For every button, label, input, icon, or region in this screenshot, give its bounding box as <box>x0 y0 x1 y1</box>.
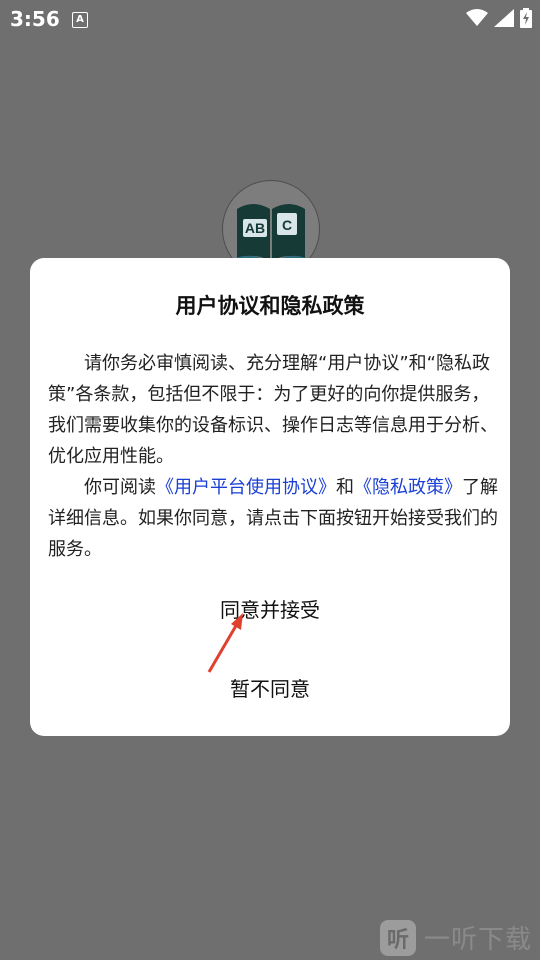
dialog-title: 用户协议和隐私政策 <box>175 294 365 318</box>
paragraph-2-and: 和 <box>336 477 354 498</box>
logo-letter-c: C <box>282 217 292 233</box>
user-agreement-link[interactable]: 《用户平台使用协议》 <box>156 477 336 498</box>
watermark-text: 一听下载 <box>424 925 533 955</box>
dialog-paragraph-2: 你可阅读《用户平台使用协议》和《隐私政策》了解详细信息。如果你同意，请点击下面按… <box>48 472 498 565</box>
wifi-icon <box>466 9 488 26</box>
status-time: 3:56 <box>10 7 60 31</box>
watermark: 听 一听下载 <box>380 915 540 960</box>
status-bar: 3:56 A <box>0 0 540 38</box>
cellular-signal-icon <box>494 9 514 27</box>
watermark-badge: 听 <box>380 919 416 956</box>
annotation-arrow-icon <box>207 613 243 673</box>
logo-letters-ab: AB <box>245 220 265 236</box>
paragraph-2-prefix: 你可阅读 <box>84 477 156 498</box>
agree-button[interactable]: 同意并接受 <box>30 594 510 623</box>
notification-icon: A <box>72 12 88 28</box>
disagree-button[interactable]: 暂不同意 <box>30 673 510 702</box>
privacy-dialog: 用户协议和隐私政策 请你务必审慎阅读、充分理解“用户协议”和“隐私政策”各条款，… <box>30 258 510 736</box>
status-icons <box>466 8 532 28</box>
battery-charging-icon <box>520 8 532 28</box>
privacy-policy-link[interactable]: 《隐私政策》 <box>354 477 462 498</box>
dialog-paragraph-1: 请你务必审慎阅读、充分理解“用户协议”和“隐私政策”各条款，包括但不限于：为了更… <box>48 353 498 467</box>
dialog-body: 请你务必审慎阅读、充分理解“用户协议”和“隐私政策”各条款，包括但不限于：为了更… <box>48 348 498 565</box>
